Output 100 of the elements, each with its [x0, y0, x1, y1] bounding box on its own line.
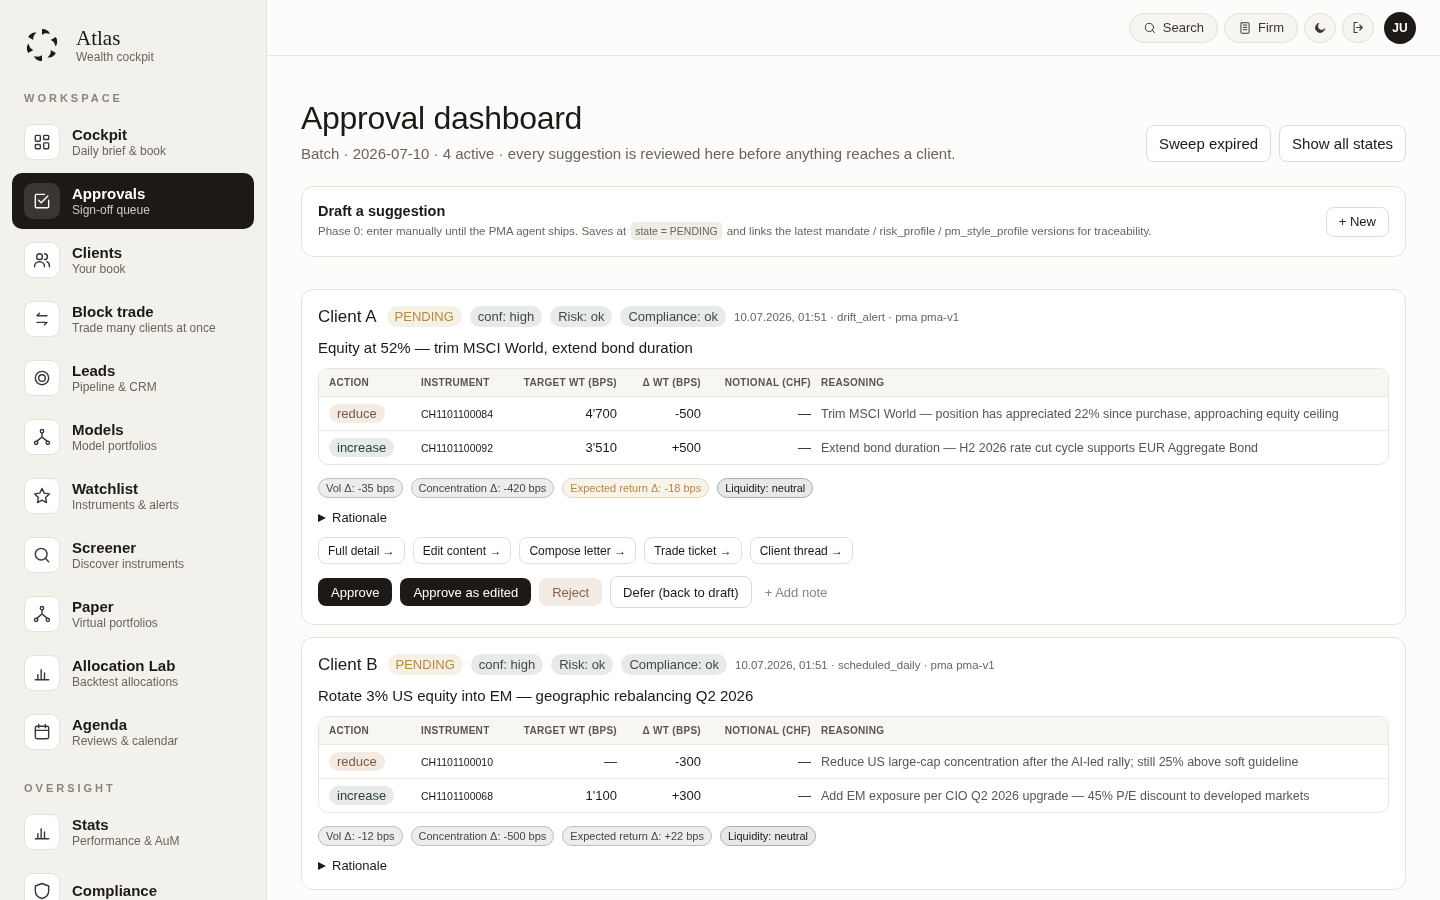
column-header: ACTION — [329, 377, 371, 388]
table-cell-text: 3'510 — [584, 440, 617, 455]
nav-subtitle: Instruments & alerts — [72, 497, 179, 513]
user-avatar[interactable]: JU — [1384, 11, 1416, 44]
status-badge: PENDING — [386, 306, 462, 327]
column-header: REASONING — [821, 377, 886, 388]
nav-item[interactable]: Paper Virtual portfolios — [12, 586, 254, 642]
table-cell-text: CH1101100084 — [421, 407, 494, 420]
nav-label: Agenda — [72, 715, 128, 734]
nav-item[interactable]: Cockpit Daily brief & book — [12, 114, 254, 170]
nav-label: Compliance — [72, 882, 158, 900]
nav-item[interactable]: Models Model portfolios — [12, 409, 254, 465]
nav-label: Stats — [72, 815, 110, 834]
nav-item[interactable]: Clients Your book — [12, 232, 254, 288]
section-heading: WORKSPACE — [23, 92, 124, 104]
action-tag: reduce — [329, 752, 385, 771]
logout-button[interactable] — [1342, 12, 1374, 43]
calendar-icon — [32, 722, 52, 742]
decision-button[interactable]: Reject — [539, 578, 603, 606]
status-badge: conf: high — [469, 306, 543, 327]
suggestion-meta: 10.07.2026, 01:51 · scheduled_daily · pma pma-v1 — [735, 658, 995, 671]
metric-chip: Vol Δ: -12 bps — [318, 826, 403, 846]
search-icon — [32, 545, 52, 565]
theme-button[interactable] — [1304, 12, 1336, 43]
nav-item[interactable]: Leads Pipeline & CRM — [12, 350, 254, 406]
nav-item[interactable]: Screener Discover instruments — [12, 527, 254, 583]
client-name: Client A — [318, 306, 377, 327]
table-cell-text: — — [797, 754, 811, 769]
column-header: Δ WT (BPS) — [641, 725, 701, 736]
add-note-link[interactable]: + Add note — [759, 578, 833, 606]
nav-subtitle: Performance & AuM — [72, 833, 180, 849]
nav-label: Allocation Lab — [72, 656, 177, 675]
column-header: INSTRUMENT — [421, 377, 491, 388]
table-cell-text: CH1101100092 — [421, 441, 494, 454]
table-cell-text: CH1101100010 — [421, 755, 494, 768]
table-cell-text: 1'100 — [584, 788, 617, 803]
nodes-icon — [32, 427, 52, 447]
column-header: Δ WT (BPS) — [641, 377, 701, 388]
nav-subtitle: Pipeline & CRM — [72, 379, 157, 395]
link-button[interactable]: Trade ticket → — [644, 537, 742, 564]
nav-item[interactable]: Approvals Sign-off queue — [12, 173, 254, 229]
link-button[interactable]: Edit content → — [412, 537, 512, 564]
header-button[interactable]: Sweep expired — [1145, 125, 1272, 162]
star-icon — [32, 486, 52, 506]
nav-item[interactable]: Block trade Trade many clients at once — [12, 291, 254, 347]
link-button[interactable]: Compose letter → — [519, 537, 637, 564]
draft-text: and links the latest mandate / risk_profile / pm_style_profile versions for traceability. — [726, 225, 1152, 237]
status-badge: Risk: ok — [550, 306, 613, 327]
link-button[interactable]: Full detail → — [318, 537, 405, 564]
nav-item[interactable]: Compliance — [12, 863, 254, 900]
nav-item[interactable]: Allocation Lab Backtest allocations — [12, 645, 254, 701]
users-icon — [32, 250, 52, 270]
new-button[interactable]: + New — [1325, 206, 1389, 237]
nav-label: Leads — [72, 361, 117, 380]
nav-label: Cockpit — [72, 125, 128, 144]
search-button[interactable]: Search — [1128, 12, 1218, 43]
decision-button[interactable]: Approve — [318, 578, 393, 606]
column-header: TARGET WT (BPS) — [522, 377, 617, 388]
metric-chip: Liquidity: neutral — [719, 826, 817, 846]
header-button[interactable]: Show all states — [1279, 125, 1406, 162]
link-button[interactable]: Client thread → — [749, 537, 854, 564]
status-badge: Risk: ok — [551, 654, 614, 675]
metric-chip: Vol Δ: -35 bps — [318, 478, 403, 498]
target-icon — [32, 368, 52, 388]
nav-label: Block trade — [72, 302, 155, 321]
status-badge: Compliance: ok — [620, 306, 727, 327]
table-cell-text: — — [797, 406, 811, 421]
column-header: TARGET WT (BPS) — [522, 725, 617, 736]
suggestion-headline: Rotate 3% US equity into EM — geographic rebalancing Q2 2026 — [318, 687, 755, 704]
nav-subtitle: Discover instruments — [72, 556, 185, 572]
nav-label: Models — [72, 420, 125, 439]
table-cell-text: — — [797, 788, 811, 803]
brand-tagline: Wealth cockpit — [76, 50, 154, 64]
nav-subtitle: Trade many clients at once — [72, 320, 216, 336]
nav-subtitle: Virtual portfolios — [72, 615, 158, 631]
nav-item[interactable]: Agenda Reviews & calendar — [12, 704, 254, 760]
nav-item[interactable]: Stats Performance & AuM — [12, 804, 254, 860]
status-badge: Compliance: ok — [621, 654, 727, 675]
table-cell-text: Add EM exposure per CIO Q2 2026 upgrade — 45% P/E discount to developed markets — [821, 788, 1311, 803]
nav-subtitle: Model portfolios — [72, 438, 157, 454]
metric-chip: Expected return Δ: +22 bps — [562, 826, 712, 846]
table-cell-text: — — [797, 440, 811, 455]
state-code: state = PENDING — [631, 222, 722, 240]
rationale-toggle[interactable]: Rationale — [318, 510, 387, 525]
search-icon — [1142, 20, 1157, 35]
column-header: NOTIONAL (CHF) — [723, 377, 811, 388]
decision-button[interactable]: Approve as edited — [400, 578, 532, 606]
table-cell-text: Trim MSCI World — position has appreciated 22% since purchase, approaching equity ceiling — [821, 406, 1340, 421]
rationale-toggle[interactable]: Rationale — [318, 858, 387, 873]
firm-button[interactable]: Firm — [1224, 12, 1298, 43]
status-badge: PENDING — [387, 654, 463, 675]
moon-icon — [1313, 20, 1327, 35]
draft-text: Phase 0: enter manually until the PMA agent ships. Saves at — [318, 225, 627, 237]
decision-button[interactable]: Defer (back to draft) — [610, 576, 752, 608]
nodes-icon — [32, 604, 52, 624]
nav-item[interactable]: Watchlist Instruments & alerts — [12, 468, 254, 524]
nav-subtitle: Backtest allocations — [72, 674, 179, 690]
column-header: INSTRUMENT — [421, 725, 491, 736]
caret-icon — [318, 861, 326, 870]
status-badge: conf: high — [470, 654, 544, 675]
